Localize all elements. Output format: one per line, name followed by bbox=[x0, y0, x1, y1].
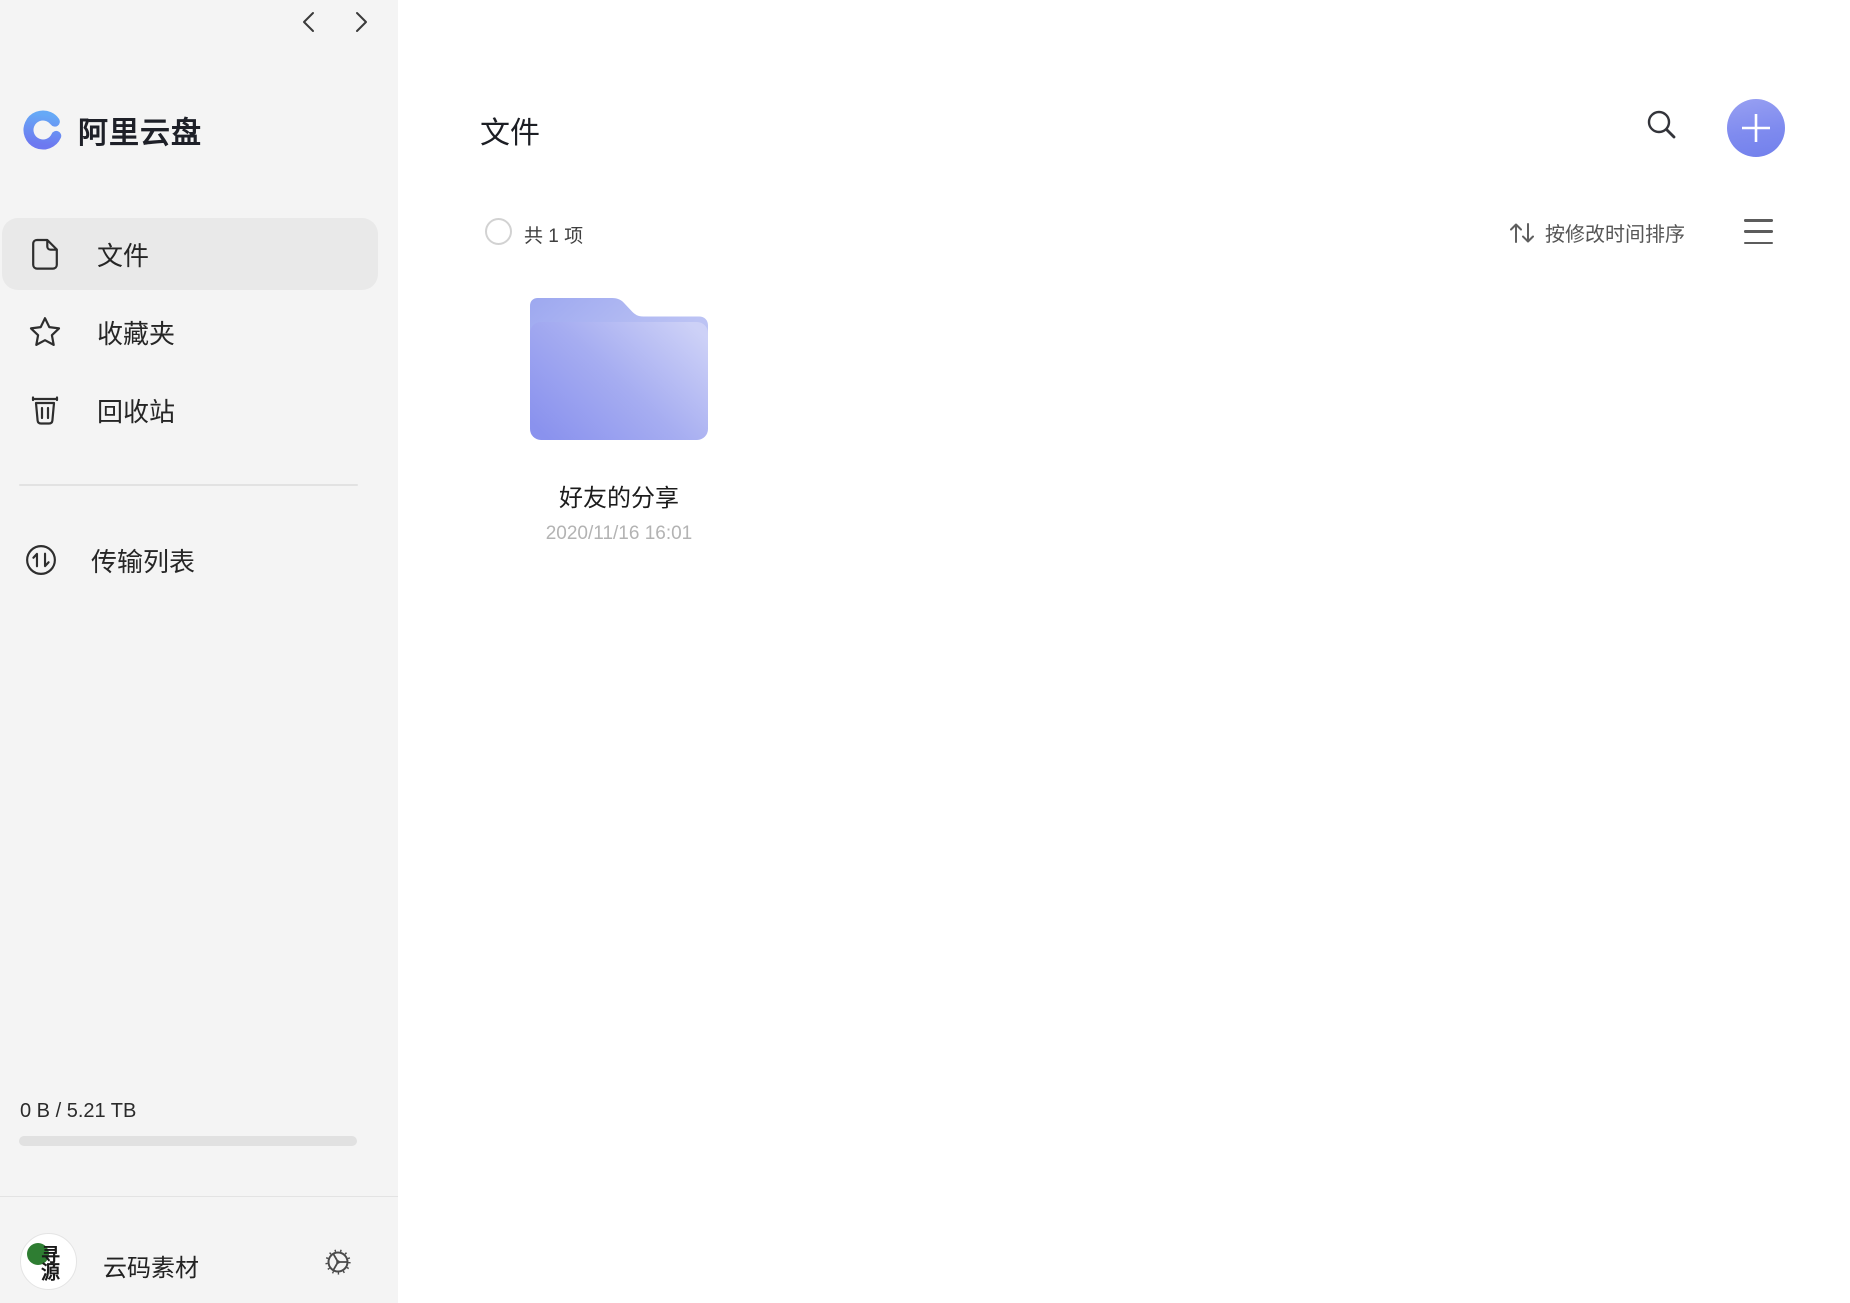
avatar[interactable]: 寻源 bbox=[20, 1233, 77, 1290]
sidebar-item-transfer-list[interactable]: 传输列表 bbox=[2, 524, 378, 596]
star-icon bbox=[28, 314, 62, 350]
sidebar-item-label: 回收站 bbox=[97, 396, 176, 427]
sidebar-item-files[interactable]: 文件 bbox=[2, 218, 378, 290]
list-view-icon bbox=[1744, 219, 1773, 222]
main-content: 文件 共 1 项 按修改时间排序 好友的分享 2020/11/16 16:01 bbox=[398, 0, 1850, 1303]
search-icon bbox=[1647, 110, 1676, 139]
sidebar-item-favorites[interactable]: 收藏夹 bbox=[2, 296, 378, 368]
user-area-divider bbox=[0, 1196, 398, 1197]
nav-back-button[interactable] bbox=[294, 8, 322, 36]
page-title: 文件 bbox=[480, 117, 540, 150]
sort-button[interactable]: 按修改时间排序 bbox=[1510, 218, 1685, 247]
sidebar-menu: 文件 收藏夹 回收站 bbox=[2, 218, 378, 452]
storage-usage: 0 B / 5.21 TB bbox=[20, 1100, 137, 1122]
sidebar-item-label: 收藏夹 bbox=[97, 318, 176, 349]
avatar-text: 寻源 bbox=[38, 1244, 59, 1279]
sort-label: 按修改时间排序 bbox=[1545, 224, 1685, 246]
trash-icon bbox=[28, 392, 62, 428]
sidebar: 阿里云盘 文件 收藏夹 回收站 传输列表 0 B / 5.21 TB 寻源 云码… bbox=[0, 0, 398, 1303]
select-all-checkbox[interactable] bbox=[485, 218, 512, 245]
storage-progress-bar bbox=[19, 1136, 357, 1146]
file-item-folder[interactable]: 好友的分享 2020/11/16 16:01 bbox=[528, 293, 710, 545]
chevron-right-icon bbox=[356, 12, 367, 32]
search-button[interactable] bbox=[1640, 104, 1684, 148]
file-date: 2020/11/16 16:01 bbox=[545, 523, 693, 544]
transfer-icon bbox=[24, 542, 58, 578]
sidebar-divider bbox=[19, 484, 358, 486]
gear-icon bbox=[325, 1249, 351, 1275]
folder-icon bbox=[530, 298, 708, 440]
brand: 阿里云盘 bbox=[22, 108, 202, 152]
plus-icon bbox=[1742, 114, 1770, 142]
app-title: 阿里云盘 bbox=[78, 117, 202, 150]
file-icon bbox=[28, 236, 62, 272]
add-button[interactable] bbox=[1727, 99, 1785, 157]
sidebar-item-label: 文件 bbox=[97, 240, 150, 271]
item-count-label: 共 1 项 bbox=[524, 226, 584, 247]
view-toggle-button[interactable] bbox=[1744, 219, 1773, 244]
nav-forward-button[interactable] bbox=[348, 8, 376, 36]
sort-arrows-icon bbox=[1510, 222, 1534, 243]
chevron-left-icon bbox=[303, 12, 314, 32]
user-name: 云码素材 bbox=[103, 1255, 199, 1282]
app-logo-icon bbox=[23, 110, 63, 150]
settings-button[interactable] bbox=[322, 1246, 354, 1278]
sidebar-item-label: 传输列表 bbox=[91, 546, 196, 577]
sidebar-item-trash[interactable]: 回收站 bbox=[2, 374, 378, 446]
file-name: 好友的分享 bbox=[559, 485, 679, 512]
